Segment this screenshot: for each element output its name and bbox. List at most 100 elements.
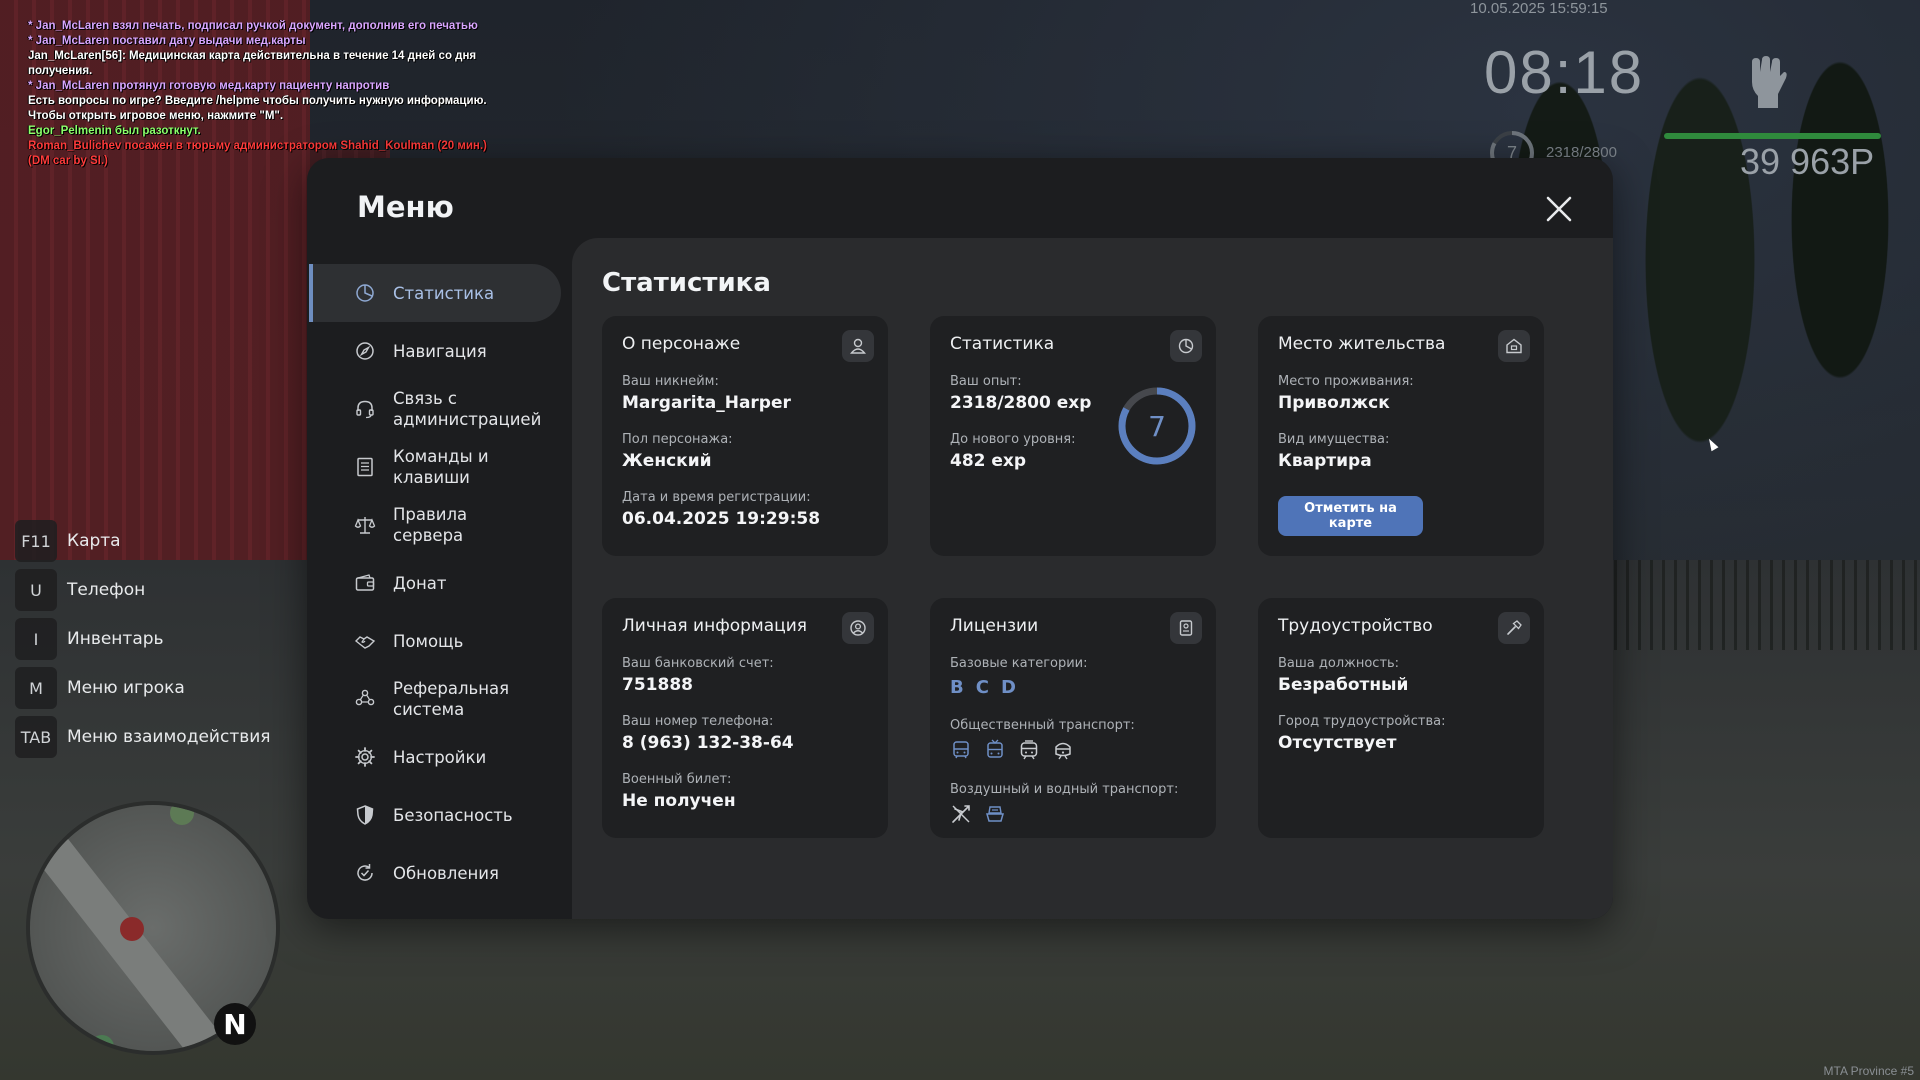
- field-label: Пол персонажа:: [622, 432, 733, 447]
- nav-item[interactable]: Помощь: [309, 612, 561, 670]
- field-base-categories: Базовые категории: BCD: [950, 656, 1088, 698]
- field-label: Воздушный и водный транспорт:: [950, 782, 1179, 797]
- keybind-row: TAB Меню взаимодействия: [15, 716, 271, 758]
- bank-value: 751888: [622, 675, 693, 695]
- field-exp: Ваш опыт: 2318/2800 exp: [950, 374, 1091, 413]
- fist-icon: [1752, 56, 1787, 108]
- hud-money: 39 963Р: [1740, 141, 1875, 182]
- nav-item[interactable]: Донат: [309, 554, 561, 612]
- exp-value: 2318/2800 exp: [950, 393, 1092, 413]
- nav-item[interactable]: Связь с администрацией: [309, 380, 561, 438]
- key-label: Меню взаимодействия: [67, 727, 271, 747]
- property-type-value: Квартира: [1278, 451, 1372, 471]
- wallet-icon: [355, 574, 375, 591]
- license-category: D: [1000, 677, 1016, 698]
- hammer-icon: [1498, 612, 1530, 644]
- chat-line: Egor_Pelmenin был разоткнут.: [28, 125, 201, 137]
- card-title: Лицензии: [950, 616, 1039, 636]
- nav-label: Донат: [393, 573, 447, 593]
- field-label: Ваш номер телефона:: [622, 714, 774, 729]
- hud-datetime: 10.05.2025 15:59:15: [1470, 0, 1608, 17]
- field-label: Ваша должность:: [1278, 656, 1400, 671]
- chat-log: * Jan_McLaren взял печать, подписал ручк…: [28, 19, 498, 169]
- nav-item[interactable]: Реферальная система: [309, 670, 561, 728]
- users-icon: [355, 689, 375, 706]
- nav-item[interactable]: Навигация: [309, 322, 561, 380]
- keybind-row: F11 Карта: [15, 520, 271, 562]
- user-icon: [842, 330, 874, 362]
- key-badge: TAB: [15, 716, 57, 758]
- field-air-water: Воздушный и водный транспорт:: [950, 782, 1178, 825]
- chat-line: Чтобы открыть игровое меню, нажмите "M".: [28, 110, 284, 122]
- key-badge: F11: [15, 520, 57, 562]
- card-character: О персонаже Ваш никнейм: Margarita_Harpe…: [602, 316, 888, 556]
- chat-line: Есть вопросы по игре? Введите /helpme чт…: [28, 95, 487, 107]
- bus-icon: [953, 741, 969, 759]
- nav-label: Правила сервера: [393, 505, 468, 545]
- field-place: Место проживания: Приволжск: [1278, 374, 1414, 413]
- license-category: B: [950, 677, 964, 698]
- chat-line: * Jan_McLaren взял печать, подписал ручк…: [28, 20, 478, 32]
- chat-line: * Jan_McLaren поставил дату выдачи мед.к…: [28, 35, 306, 47]
- plane-icon: [952, 805, 970, 823]
- key-label: Телефон: [67, 580, 146, 600]
- key-label: Инвентарь: [67, 629, 164, 649]
- card-residence: Место жительства Место проживания: Приво…: [1258, 316, 1544, 556]
- public-transport-icons: [950, 739, 1135, 761]
- card-title: Личная информация: [622, 616, 808, 636]
- content-panel: Статистика О персонаже Ваш никнейм: Marg…: [572, 238, 1613, 919]
- user-circle-icon: [842, 612, 874, 644]
- nav-item[interactable]: Правила сервера: [309, 496, 561, 554]
- nickname-value: Margarita_Harper: [622, 393, 791, 413]
- keybind-hints: F11 Карта U Телефон I Инвентарь M Меню игрока TA…: [15, 520, 271, 765]
- nav-item[interactable]: Статистика: [309, 264, 561, 322]
- nav-item[interactable]: Настройки: [309, 728, 561, 786]
- background-fence: [1590, 560, 1920, 650]
- id-card-icon: [1170, 612, 1202, 644]
- menu-sidebar: Статистика Навигация Связь с администрацие…: [309, 264, 561, 902]
- field-label: Ваш никнейм:: [622, 374, 719, 389]
- card-personal: Личная информация Ваш банковский счет: 7…: [602, 598, 888, 838]
- section-title: Статистика: [602, 268, 771, 298]
- field-property-type: Вид имущества: Квартира: [1278, 432, 1389, 471]
- chart-pie-icon: [356, 284, 374, 302]
- card-job: Трудоустройство Ваша должность: Безработ…: [1258, 598, 1544, 838]
- chart-pie-icon: [1170, 330, 1202, 362]
- field-label: Общественный транспорт:: [950, 718, 1135, 733]
- gender-value: Женский: [622, 451, 712, 471]
- train-icon: [1055, 742, 1071, 760]
- chat-line: * Jan_McLaren протянул готовую мед.карту…: [28, 80, 390, 92]
- field-job-city: Город трудоустройства: Отсутствует: [1278, 714, 1445, 753]
- tram-icon: [1020, 740, 1038, 760]
- close-icon[interactable]: [1543, 193, 1575, 225]
- key-badge: I: [15, 618, 57, 660]
- mark-on-map-button[interactable]: Отметить на карте: [1278, 496, 1423, 536]
- nav-item[interactable]: Безопасность: [309, 786, 561, 844]
- field-label: Вид имущества:: [1278, 432, 1390, 447]
- hud-clock: 08:18: [1484, 39, 1645, 106]
- air-water-transport-icons: [950, 803, 1178, 825]
- nav-label: Настройки: [393, 747, 487, 767]
- field-label: До нового уровня:: [950, 432, 1076, 447]
- server-watermark: MTA Province #5: [1823, 1064, 1914, 1078]
- nav-label: Навигация: [393, 341, 487, 361]
- key-label: Меню игрока: [67, 678, 185, 698]
- keybind-row: M Меню игрока: [15, 667, 271, 709]
- nav-item[interactable]: Обновления: [309, 844, 561, 902]
- nav-item[interactable]: Команды и клавиши: [309, 438, 561, 496]
- field-military: Военный билет: Не получен: [622, 772, 736, 811]
- field-label: Дата и время регистрации:: [622, 490, 811, 505]
- minimap-building-blip: [170, 805, 194, 825]
- nav-label: Помощь: [393, 631, 464, 651]
- minimap-player-blip: [120, 917, 144, 941]
- military-value: Не получен: [622, 791, 736, 811]
- shield-icon: [356, 805, 374, 825]
- license-category: C: [975, 677, 989, 698]
- scales-icon: [354, 517, 376, 534]
- compass-icon: [356, 342, 374, 360]
- card-title: Место жительства: [1278, 334, 1446, 354]
- field-next-level: До нового уровня: 482 exp: [950, 432, 1076, 471]
- field-label: Город трудоустройства:: [1278, 714, 1446, 729]
- level-number: 7: [1148, 410, 1166, 443]
- boat-icon: [986, 806, 1004, 822]
